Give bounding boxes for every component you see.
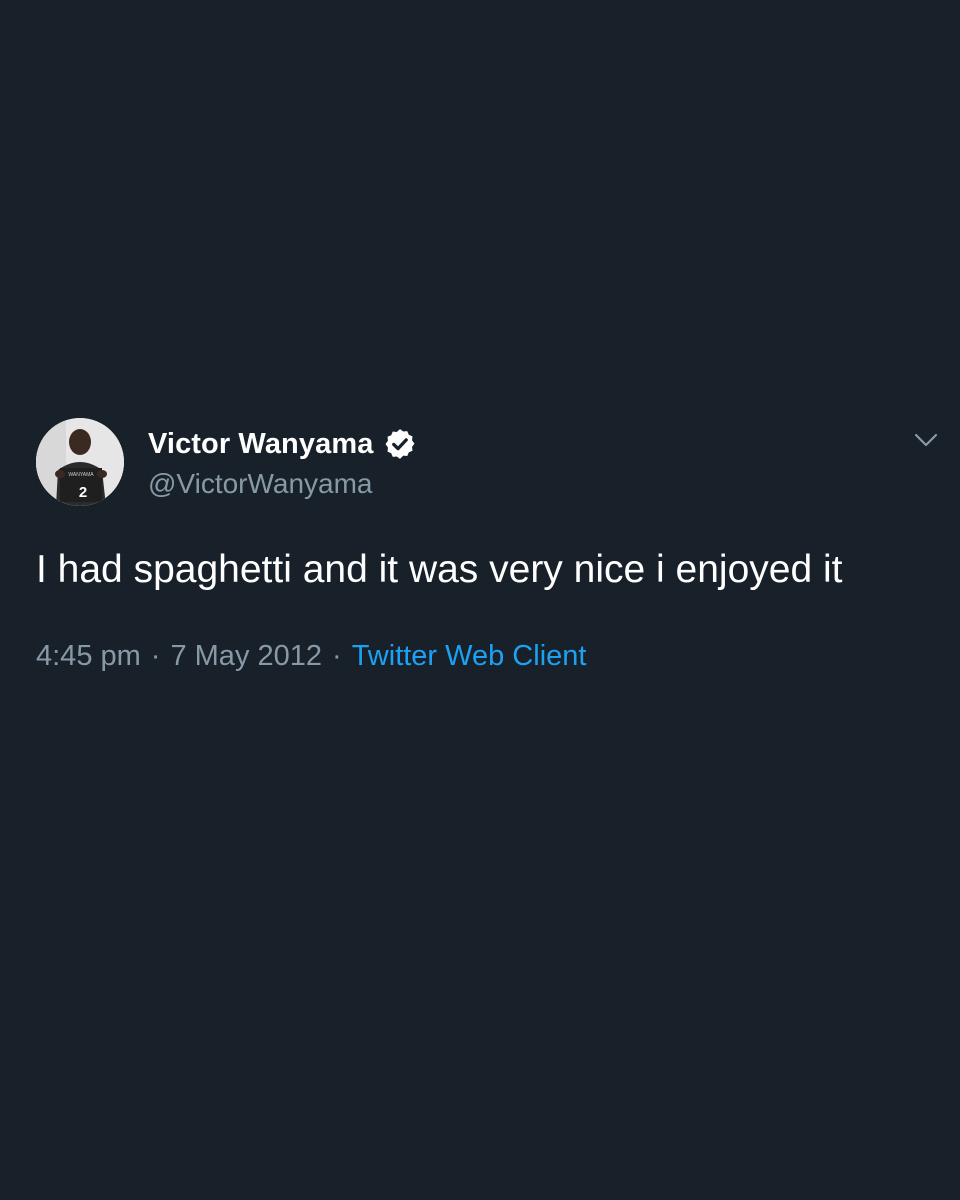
- display-name-row: Victor Wanyama: [148, 424, 417, 464]
- meta-separator: ·: [332, 640, 342, 672]
- avatar[interactable]: WANYAMA 2: [36, 418, 124, 506]
- tweet-card: WANYAMA 2 Victor Wanyama @VictorWanyama: [36, 418, 948, 673]
- tweet-time[interactable]: 4:45 pm: [36, 640, 141, 673]
- avatar-jersey-number: 2: [79, 484, 87, 501]
- meta-separator: ·: [150, 640, 161, 672]
- user-handle[interactable]: @VictorWanyama: [148, 468, 417, 500]
- avatar-jersey-name: WANYAMA: [68, 472, 94, 478]
- tweet-meta: 4:45 pm · 7 May 2012 · Twitter Web Clien…: [36, 640, 948, 673]
- tweet-header: WANYAMA 2 Victor Wanyama @VictorWanyama: [36, 418, 948, 510]
- avatar-photo: WANYAMA 2: [36, 418, 124, 506]
- display-name[interactable]: Victor Wanyama: [148, 428, 373, 461]
- tweet-date[interactable]: 7 May 2012: [170, 640, 322, 673]
- tweet-source-link[interactable]: Twitter Web Client: [352, 640, 587, 673]
- tweet-text: I had spaghetti and it was very nice i e…: [36, 548, 843, 591]
- chevron-down-icon[interactable]: [912, 426, 940, 454]
- verified-badge-icon: [383, 427, 417, 461]
- user-names: Victor Wanyama @VictorWanyama: [148, 424, 417, 500]
